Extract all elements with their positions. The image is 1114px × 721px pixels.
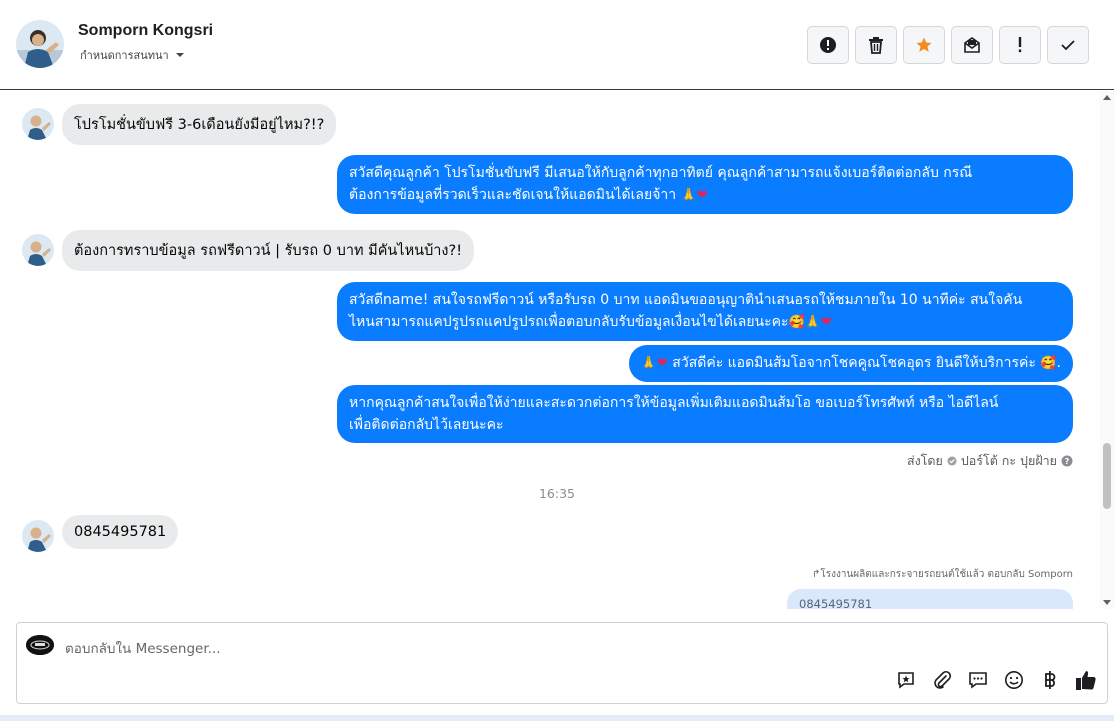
baht-icon: [1045, 671, 1056, 689]
message-line: เพื่อติดต่อกลับไว้เลยนะคะ: [349, 417, 504, 433]
window-bottom-strip: [0, 715, 1114, 721]
assign-label: กำหนดการสนทนา: [80, 49, 169, 62]
heart-icon: ❤: [696, 188, 708, 203]
scroll-up-arrow-icon[interactable]: [1103, 95, 1111, 100]
thumbs-up-icon: [1076, 671, 1096, 690]
message-line: สวัสดีคุณลูกค้า โปรโมชั่นขับฟรี มีเสนอให…: [349, 165, 973, 181]
messenger-inbox: Somporn Kongsri กำหนดการสนทนา โปรโมชั่นข…: [0, 0, 1114, 721]
praying-hands-icon: 🙏: [804, 315, 821, 330]
contact-name[interactable]: Somporn Kongsri: [78, 22, 213, 40]
smiling-hearts-emoji-icon: 🥰: [788, 315, 805, 330]
alert-circle-icon: [820, 37, 836, 53]
mark-unread-icon: [964, 37, 980, 53]
reply-input[interactable]: ตอบกลับใน Messenger...: [65, 637, 221, 659]
attach-button[interactable]: [931, 669, 953, 691]
reply-context: ↱โรงงานผลิตและกระจายรถยนต์ใช้แล้ว ตอบกลั…: [811, 569, 1073, 580]
trash-icon: [869, 37, 883, 54]
message-line: หากคุณลูกค้าสนใจเพื่อให้ง่ายและสะดวกต่อก…: [349, 395, 999, 411]
message-text: สวัสดีค่ะ แอดมินส้มโอจากโชคคูณโชคอุดร ยิ…: [672, 355, 1036, 371]
message-line-with-emoji: ต้องการข้อมูลที่รวดเร็วและชัดเจนให้แอดมิ…: [349, 184, 1061, 207]
delete-button[interactable]: [855, 26, 897, 64]
incoming-message[interactable]: โปรโมชั่นขับฟรี 3-6เดือนยังมีอยู่ไหม?!?: [62, 104, 337, 145]
sent-by-prefix: ส่งโดย: [906, 453, 943, 468]
star-button[interactable]: [903, 26, 945, 64]
outgoing-message[interactable]: สวัสดีคุณลูกค้า โปรโมชั่นขับฟรี มีเสนอให…: [337, 155, 1073, 214]
saved-reply-button[interactable]: [895, 669, 917, 691]
chat-bubbles-icon: [969, 672, 987, 689]
scroll-thumb[interactable]: [1103, 443, 1111, 509]
praying-hands-icon: 🙏: [640, 356, 657, 371]
heart-icon: ❤: [656, 356, 668, 371]
attachment-icon: [934, 670, 952, 689]
contact-avatar-small: [22, 234, 54, 266]
contact-avatar-small: [22, 108, 54, 140]
header-actions: [807, 26, 1089, 64]
svg-text:?: ?: [1065, 457, 1070, 466]
verified-check-icon: [947, 456, 957, 466]
praying-hands-icon: 🙏: [680, 188, 697, 203]
messages-button[interactable]: [967, 669, 989, 691]
help-icon[interactable]: ?: [1061, 455, 1073, 467]
star-icon: [916, 37, 932, 52]
emoji-icon: [1005, 671, 1023, 689]
mark-unread-button[interactable]: [951, 26, 993, 64]
sent-by-name[interactable]: ปอร์โต้ กะ ปุยฝ้าย: [961, 451, 1057, 471]
caret-down-icon: [175, 53, 184, 57]
message-line: สวัสดีname! สนใจรถฟรีดาวน์ หรือรับรถ 0 บ…: [349, 292, 1023, 308]
emoji-button[interactable]: [1003, 669, 1025, 691]
message-thread[interactable]: โปรโมชั่นขับฟรี 3-6เดือนยังมีอยู่ไหม?!? …: [0, 91, 1114, 609]
conversation-header: Somporn Kongsri กำหนดการสนทนา: [0, 0, 1114, 90]
mark-done-button[interactable]: [1047, 26, 1089, 64]
follow-up-button[interactable]: [999, 26, 1041, 64]
check-icon: [1061, 40, 1075, 51]
sent-by-line: ส่งโดย ปอร์โต้ กะ ปุยฝ้าย ?: [907, 451, 1073, 471]
outgoing-message[interactable]: 🙏❤ สวัสดีค่ะ แอดมินส้มโอจากโชคคูณโชคอุดร…: [628, 345, 1073, 382]
like-button[interactable]: [1075, 669, 1097, 691]
contact-avatar[interactable]: [16, 20, 64, 68]
spam-button[interactable]: [807, 26, 849, 64]
scroll-down-arrow-icon[interactable]: [1103, 600, 1111, 605]
composer-tools: [895, 669, 1097, 691]
incoming-message[interactable]: 0845495781: [62, 515, 179, 549]
timestamp-separator: 16:35: [538, 486, 576, 501]
thread-scrollbar[interactable]: [1100, 91, 1114, 609]
quoted-reply[interactable]: 0845495781: [787, 589, 1073, 609]
outgoing-message[interactable]: หากคุณลูกค้าสนใจเพื่อให้ง่ายและสะดวกต่อก…: [337, 385, 1073, 443]
assign-conversation-dropdown[interactable]: กำหนดการสนทนา: [80, 46, 185, 64]
message-composer: ตอบกลับใน Messenger...: [16, 622, 1108, 704]
incoming-message[interactable]: ต้องการทราบข้อมูล รถฟรีดาวน์ | รับรถ 0 บ…: [62, 230, 475, 271]
message-line-with-emoji: ไหนสามารถแคปรูปรถแคปรูปรถเพื่อตอบกลับรับ…: [349, 311, 1061, 334]
contact-avatar-small: [22, 520, 54, 552]
exclamation-icon: [1018, 37, 1022, 53]
saved-reply-icon: [898, 672, 914, 689]
heart-icon: ❤: [820, 315, 832, 330]
page-avatar: [26, 635, 54, 655]
payment-button[interactable]: [1039, 669, 1061, 691]
smiling-hearts-emoji-icon: 🥰: [1040, 356, 1057, 371]
outgoing-message[interactable]: สวัสดีname! สนใจรถฟรีดาวน์ หรือรับรถ 0 บ…: [337, 282, 1073, 341]
